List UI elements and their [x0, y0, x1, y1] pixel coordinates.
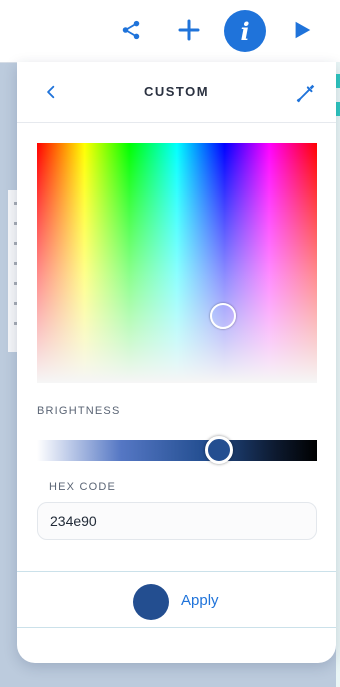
share-icon [122, 20, 140, 40]
play-icon [295, 21, 311, 39]
brightness-slider[interactable] [37, 440, 317, 461]
play-button[interactable] [281, 9, 323, 51]
spectrum-handle[interactable] [210, 303, 236, 329]
share-button[interactable] [110, 9, 152, 51]
panel-title: CUSTOM [143, 84, 210, 99]
color-spectrum[interactable] [37, 143, 317, 383]
selected-color-swatch [133, 584, 169, 620]
add-button[interactable] [168, 9, 210, 51]
brightness-label: BRIGHTNESS [37, 405, 121, 417]
hex-code-input[interactable] [37, 502, 317, 540]
background-edge [336, 62, 340, 687]
plus-icon [178, 19, 200, 41]
hex-code-label: HEX CODE [49, 481, 117, 493]
footer-divider-bottom [17, 627, 336, 628]
panel-header: CUSTOM [17, 62, 336, 123]
eyedropper-icon [296, 84, 315, 103]
top-toolbar: i [0, 0, 340, 63]
eyedropper-button[interactable] [292, 79, 320, 107]
apply-button[interactable]: Apply [181, 592, 219, 609]
info-button[interactable]: i [224, 10, 266, 52]
footer-divider-top [17, 571, 336, 572]
info-icon: i [240, 16, 250, 46]
custom-color-panel: CUSTOM BRIGHTNESS HEX CODE Apply [17, 62, 336, 663]
brightness-handle[interactable] [205, 436, 233, 464]
